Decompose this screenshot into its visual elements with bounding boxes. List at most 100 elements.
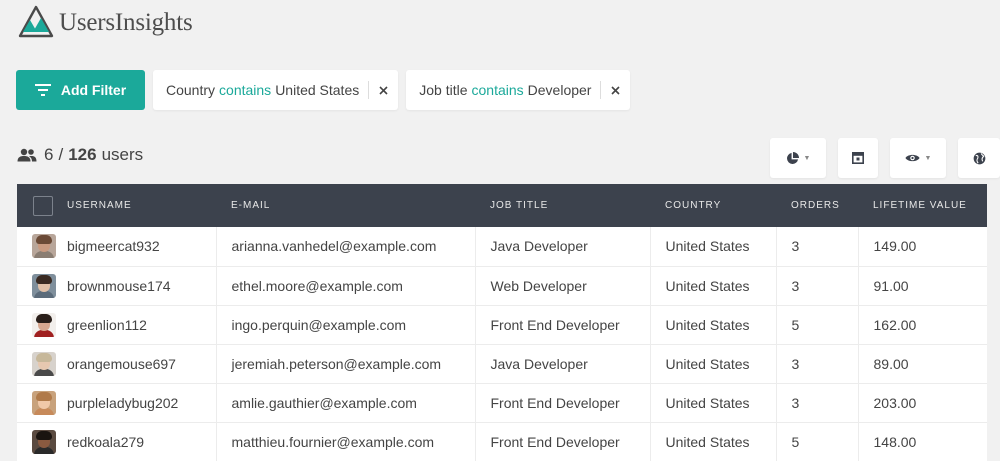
column-header-job-title[interactable]: JOB TITLE bbox=[475, 184, 650, 227]
email-cell: ingo.perquin@example.com bbox=[216, 305, 476, 344]
lifetime-value-cell: 148.00 bbox=[873, 433, 917, 450]
avatar[interactable] bbox=[32, 312, 56, 337]
table-row[interactable]: brownmouse174 ethel.moore@example.com We… bbox=[17, 266, 987, 305]
table-body: bigmeercat932 arianna.vanhedel@example.c… bbox=[17, 227, 987, 461]
filter-field: Job title bbox=[419, 82, 468, 98]
usersinsights-logo-icon bbox=[18, 5, 54, 38]
table-toolbar: ▼ ▼ bbox=[770, 138, 1000, 178]
email-cell: ethel.moore@example.com bbox=[216, 266, 476, 305]
username-cell: bigmeercat932 bbox=[17, 227, 217, 266]
columns-button[interactable] bbox=[838, 138, 878, 178]
close-icon bbox=[379, 85, 388, 95]
users-unit: users bbox=[101, 145, 144, 164]
email-cell: amlie.gauthier@example.com bbox=[216, 383, 476, 422]
filter-field: Country bbox=[166, 82, 216, 98]
avatar[interactable] bbox=[32, 429, 56, 454]
column-header-orders[interactable]: ORDERS bbox=[776, 184, 858, 227]
column-header-country[interactable]: COUNTRY bbox=[650, 184, 776, 227]
job-title-cell: Java Developer bbox=[475, 344, 651, 383]
job-title-cell: Java Developer bbox=[475, 227, 651, 266]
filter-chip-country[interactable]: Country contains United States bbox=[153, 70, 399, 110]
lifetime-value-cell: 91.00 bbox=[873, 277, 909, 294]
add-filter-label: Add Filter bbox=[60, 82, 127, 98]
country-cell: United States bbox=[650, 266, 777, 305]
columns-icon bbox=[852, 152, 864, 164]
username-cell: brownmouse174 bbox=[17, 266, 217, 305]
eye-icon bbox=[905, 154, 920, 162]
job-title-cell: Front End Developer bbox=[475, 383, 651, 422]
filter-value: United States bbox=[275, 82, 360, 98]
orders-cell: 3 bbox=[776, 344, 859, 383]
username-cell: redkoala279 bbox=[17, 422, 217, 461]
filter-icon bbox=[34, 84, 51, 96]
username-link[interactable]: greenlion112 bbox=[67, 317, 147, 333]
username-cell: greenlion112 bbox=[17, 305, 217, 344]
table-row[interactable]: purpleladybug202 amlie.gauthier@example.… bbox=[17, 383, 987, 422]
map-view-button[interactable] bbox=[958, 138, 1000, 178]
filter-bar: Add Filter Country contains United State… bbox=[16, 70, 631, 110]
users-total: 126 bbox=[68, 145, 97, 164]
username-link[interactable]: redkoala279 bbox=[67, 434, 144, 450]
filter-value: Developer bbox=[527, 82, 592, 98]
lifetime-value-cell: 162.00 bbox=[873, 316, 917, 333]
app-logo: UsersInsights bbox=[17, 4, 193, 42]
job-title-cell: Web Developer bbox=[475, 266, 651, 305]
country-cell: United States bbox=[650, 344, 777, 383]
remove-filter-button[interactable] bbox=[369, 70, 398, 110]
country-cell: United States bbox=[650, 422, 777, 461]
filter-operator: contains bbox=[471, 82, 524, 98]
segments-chart-button[interactable]: ▼ bbox=[770, 138, 826, 178]
email-cell: matthieu.fournier@example.com bbox=[216, 422, 476, 461]
column-header-lifetime-value[interactable]: LIFETIME VALUE bbox=[858, 184, 987, 227]
username-link[interactable]: orangemouse697 bbox=[67, 356, 176, 372]
username-link[interactable]: purpleladybug202 bbox=[67, 395, 178, 411]
filter-chip-job-title[interactable]: Job title contains Developer bbox=[406, 70, 631, 110]
column-header-email[interactable]: E-MAIL bbox=[216, 184, 475, 227]
users-table: USERNAME E-MAIL JOB TITLE COUNTRY ORDERS… bbox=[17, 184, 987, 461]
table-row[interactable]: orangemouse697 jeremiah.peterson@example… bbox=[17, 344, 987, 383]
table-row[interactable]: redkoala279 matthieu.fournier@example.co… bbox=[17, 422, 987, 461]
job-title-cell: Front End Developer bbox=[475, 422, 651, 461]
table-row[interactable]: bigmeercat932 arianna.vanhedel@example.c… bbox=[17, 227, 987, 266]
app-name: UsersInsights bbox=[59, 9, 193, 36]
orders-cell: 3 bbox=[776, 227, 859, 266]
users-count: 6 / 126 users bbox=[17, 145, 143, 165]
visibility-button[interactable]: ▼ bbox=[890, 138, 946, 178]
table-row[interactable]: greenlion112 ingo.perquin@example.com Fr… bbox=[17, 305, 987, 344]
pie-chart-icon bbox=[786, 151, 799, 164]
email-cell: arianna.vanhedel@example.com bbox=[216, 227, 476, 266]
column-header-username[interactable]: USERNAME bbox=[17, 184, 216, 227]
chevron-down-icon: ▼ bbox=[803, 154, 811, 162]
users-shown: 6 bbox=[44, 145, 54, 164]
orders-cell: 3 bbox=[776, 383, 859, 422]
select-all-checkbox[interactable] bbox=[33, 195, 53, 216]
lifetime-value-cell: 203.00 bbox=[873, 394, 917, 411]
avatar[interactable] bbox=[32, 390, 56, 415]
filter-operator: contains bbox=[219, 82, 272, 98]
users-icon bbox=[17, 148, 37, 162]
country-cell: United States bbox=[650, 227, 777, 266]
orders-cell: 3 bbox=[776, 266, 859, 305]
email-cell: jeremiah.peterson@example.com bbox=[216, 344, 476, 383]
avatar[interactable] bbox=[32, 234, 56, 259]
remove-filter-button[interactable] bbox=[601, 70, 630, 110]
country-cell: United States bbox=[650, 383, 777, 422]
lifetime-value-cell: 149.00 bbox=[873, 238, 917, 255]
avatar[interactable] bbox=[32, 351, 56, 376]
globe-icon bbox=[973, 152, 985, 164]
users-separator: / bbox=[58, 145, 64, 164]
lifetime-value-cell: 89.00 bbox=[873, 355, 909, 372]
table-header: USERNAME E-MAIL JOB TITLE COUNTRY ORDERS… bbox=[17, 184, 987, 227]
username-link[interactable]: brownmouse174 bbox=[67, 278, 171, 294]
close-icon bbox=[611, 85, 621, 95]
orders-cell: 5 bbox=[776, 422, 859, 461]
username-cell: orangemouse697 bbox=[17, 344, 217, 383]
chevron-down-icon: ▼ bbox=[924, 154, 932, 162]
add-filter-button[interactable]: Add Filter bbox=[16, 70, 145, 110]
country-cell: United States bbox=[650, 305, 777, 344]
username-cell: purpleladybug202 bbox=[17, 383, 217, 422]
username-link[interactable]: bigmeercat932 bbox=[67, 238, 160, 254]
avatar[interactable] bbox=[32, 273, 56, 298]
job-title-cell: Front End Developer bbox=[475, 305, 651, 344]
orders-cell: 5 bbox=[776, 305, 859, 344]
